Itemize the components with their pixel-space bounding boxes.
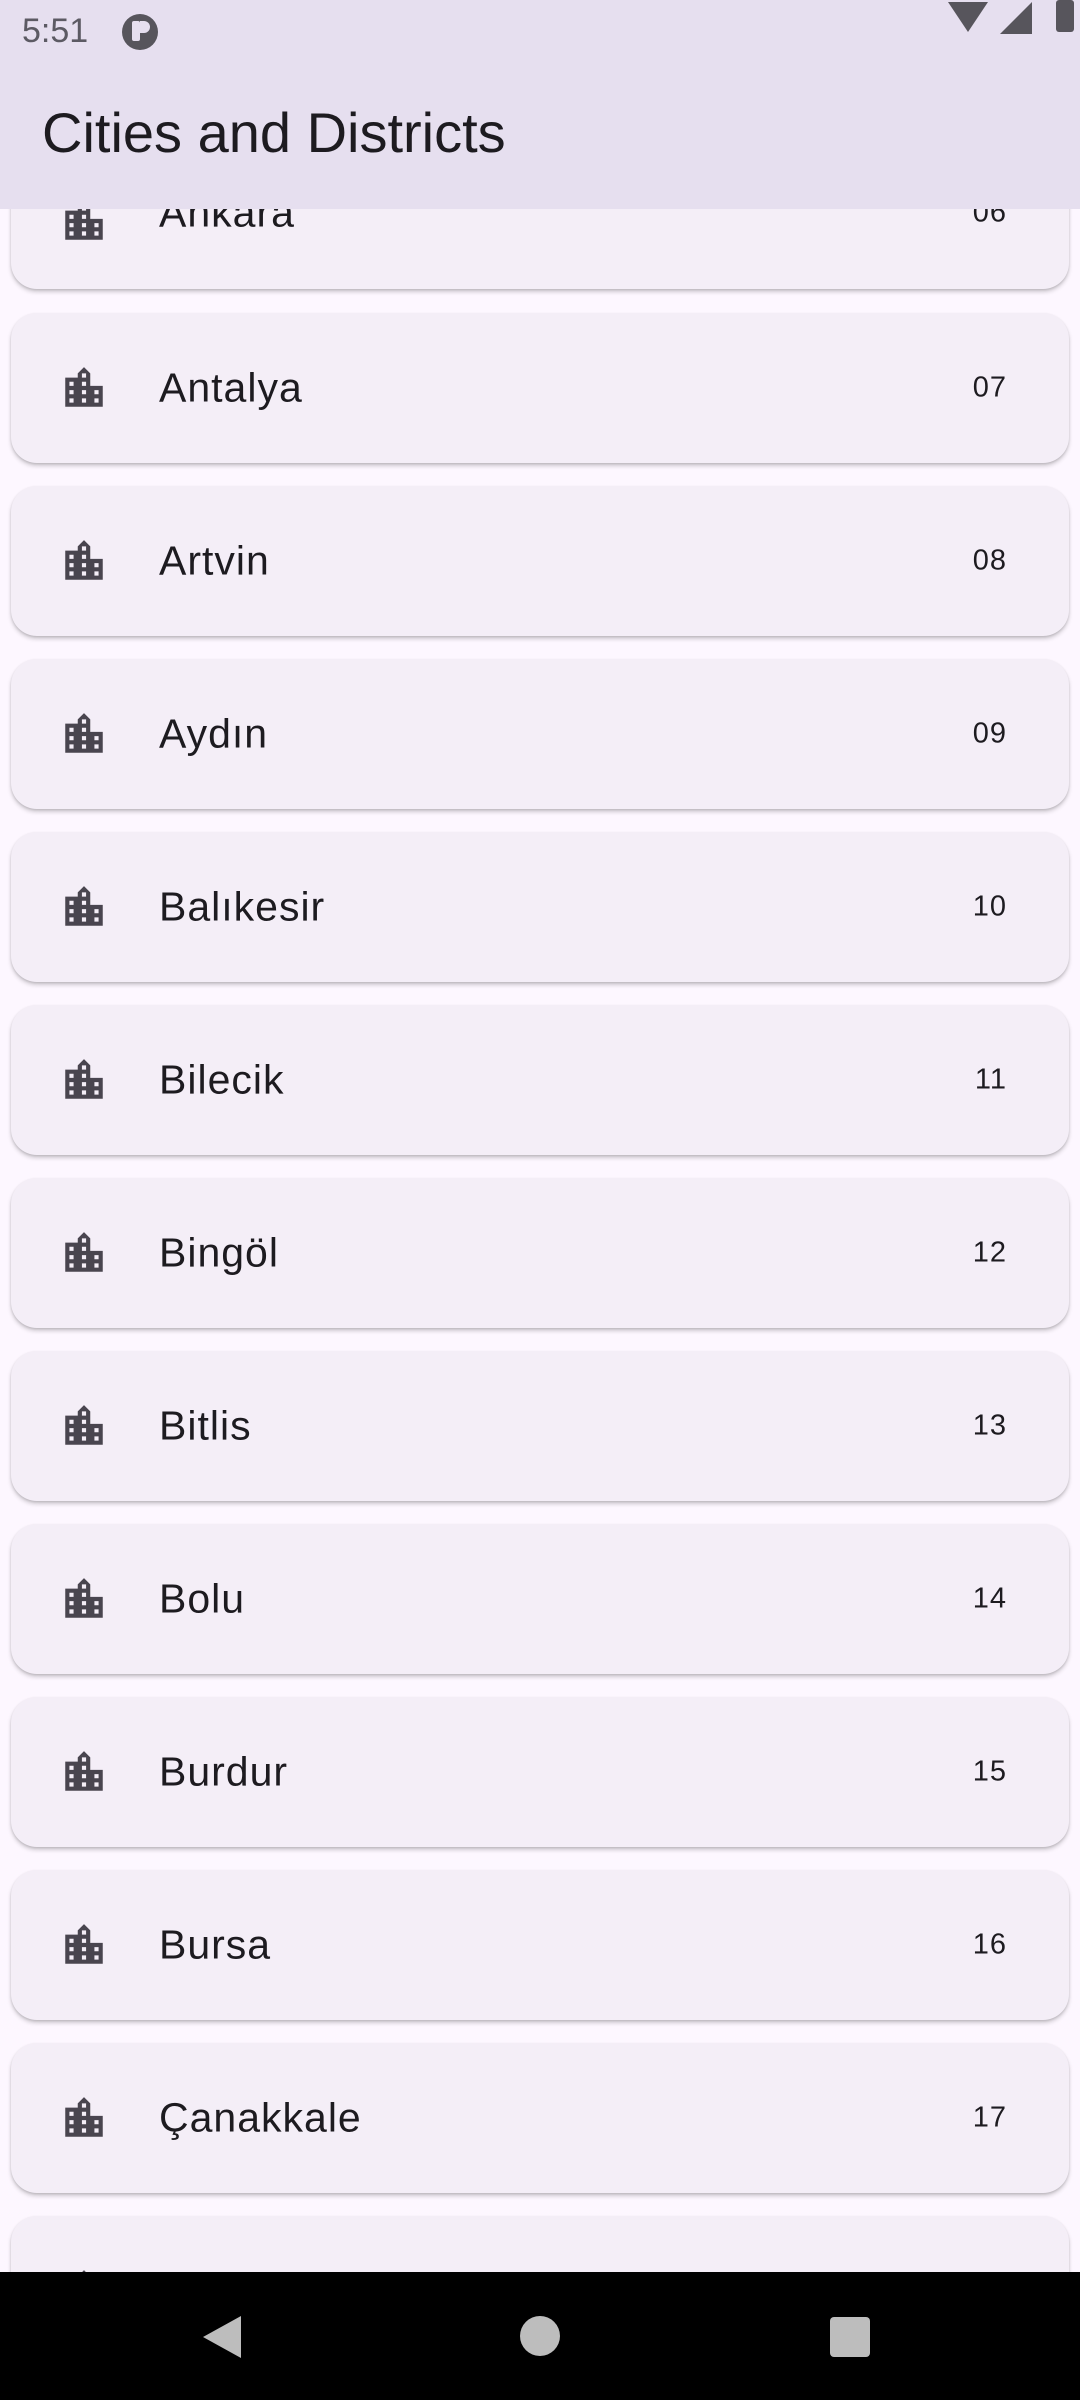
city-code: 09 [972,717,1007,750]
city-name: Artvin [159,537,270,584]
city-building-icon [65,886,103,926]
city-card-artvin[interactable]: Artvin 08 [11,486,1069,636]
city-card-bilecik[interactable]: Bilecik 11 [11,1005,1069,1155]
city-card-aydin[interactable]: Aydın 09 [11,659,1069,809]
status-time: 5:51 [22,12,89,50]
city-card-burdur[interactable]: Burdur 15 [11,1697,1069,1847]
city-building-icon [65,540,103,580]
city-code: 16 [972,1928,1007,1961]
back-icon[interactable] [203,2316,241,2358]
city-code: 08 [972,544,1007,577]
system-nav-bar [0,2272,1080,2400]
city-card-balikesir[interactable]: Balıkesir 10 [11,832,1069,982]
home-icon[interactable] [520,2316,560,2356]
city-code: 11 [974,1063,1007,1096]
city-code: 13 [972,1409,1007,1442]
city-building-icon [65,1059,103,1099]
city-building-icon [65,1232,103,1272]
city-name: Bingöl [159,1229,279,1276]
city-building-icon [65,2097,103,2137]
city-name: Bolu [159,1575,246,1622]
city-card-antalya[interactable]: Antalya 07 [11,313,1069,463]
recents-icon[interactable] [830,2317,870,2357]
city-building-icon [65,367,103,407]
city-card-bitlis[interactable]: Bitlis 13 [11,1351,1069,1501]
city-code: 17 [972,2101,1007,2134]
city-name: Bitlis [159,1402,252,1449]
app-notification-icon [122,14,158,50]
city-code: 15 [972,1755,1007,1788]
city-card-bolu[interactable]: Bolu 14 [11,1524,1069,1674]
city-name: Bilecik [159,1056,285,1103]
page-title: Cities and Districts [42,101,506,164]
cell-signal-icon [1000,2,1032,34]
city-building-icon [65,713,103,753]
city-building-icon [65,1405,103,1445]
city-name: Aydın [159,710,269,757]
city-name: Balıkesir [159,883,326,930]
city-building-icon [65,1924,103,1964]
city-card-bursa[interactable]: Bursa 16 [11,1870,1069,2020]
city-code: 10 [972,890,1007,923]
app-bar: Cities and Districts [0,62,1080,209]
wifi-icon [948,2,988,32]
city-code: 07 [972,371,1007,404]
city-building-icon [65,1578,103,1618]
city-card-bingol[interactable]: Bingöl 12 [11,1178,1069,1328]
city-name: Çanakkale [159,2094,362,2141]
city-building-icon [65,1751,103,1791]
city-card-canakkale[interactable]: Çanakkale 17 [11,2043,1069,2193]
city-card-next-partial[interactable] [11,2216,1069,2272]
city-code: 12 [972,1236,1007,1269]
status-bar: 5:51 [0,0,1080,62]
battery-icon [1056,0,1074,32]
city-name: Bursa [159,1921,272,1968]
city-name: Antalya [159,364,303,411]
city-code: 14 [972,1582,1007,1615]
city-name: Burdur [159,1748,289,1795]
city-list[interactable]: Ankara 06 Antalya 07 Artvin 08 Aydın 09 … [0,0,1080,2272]
